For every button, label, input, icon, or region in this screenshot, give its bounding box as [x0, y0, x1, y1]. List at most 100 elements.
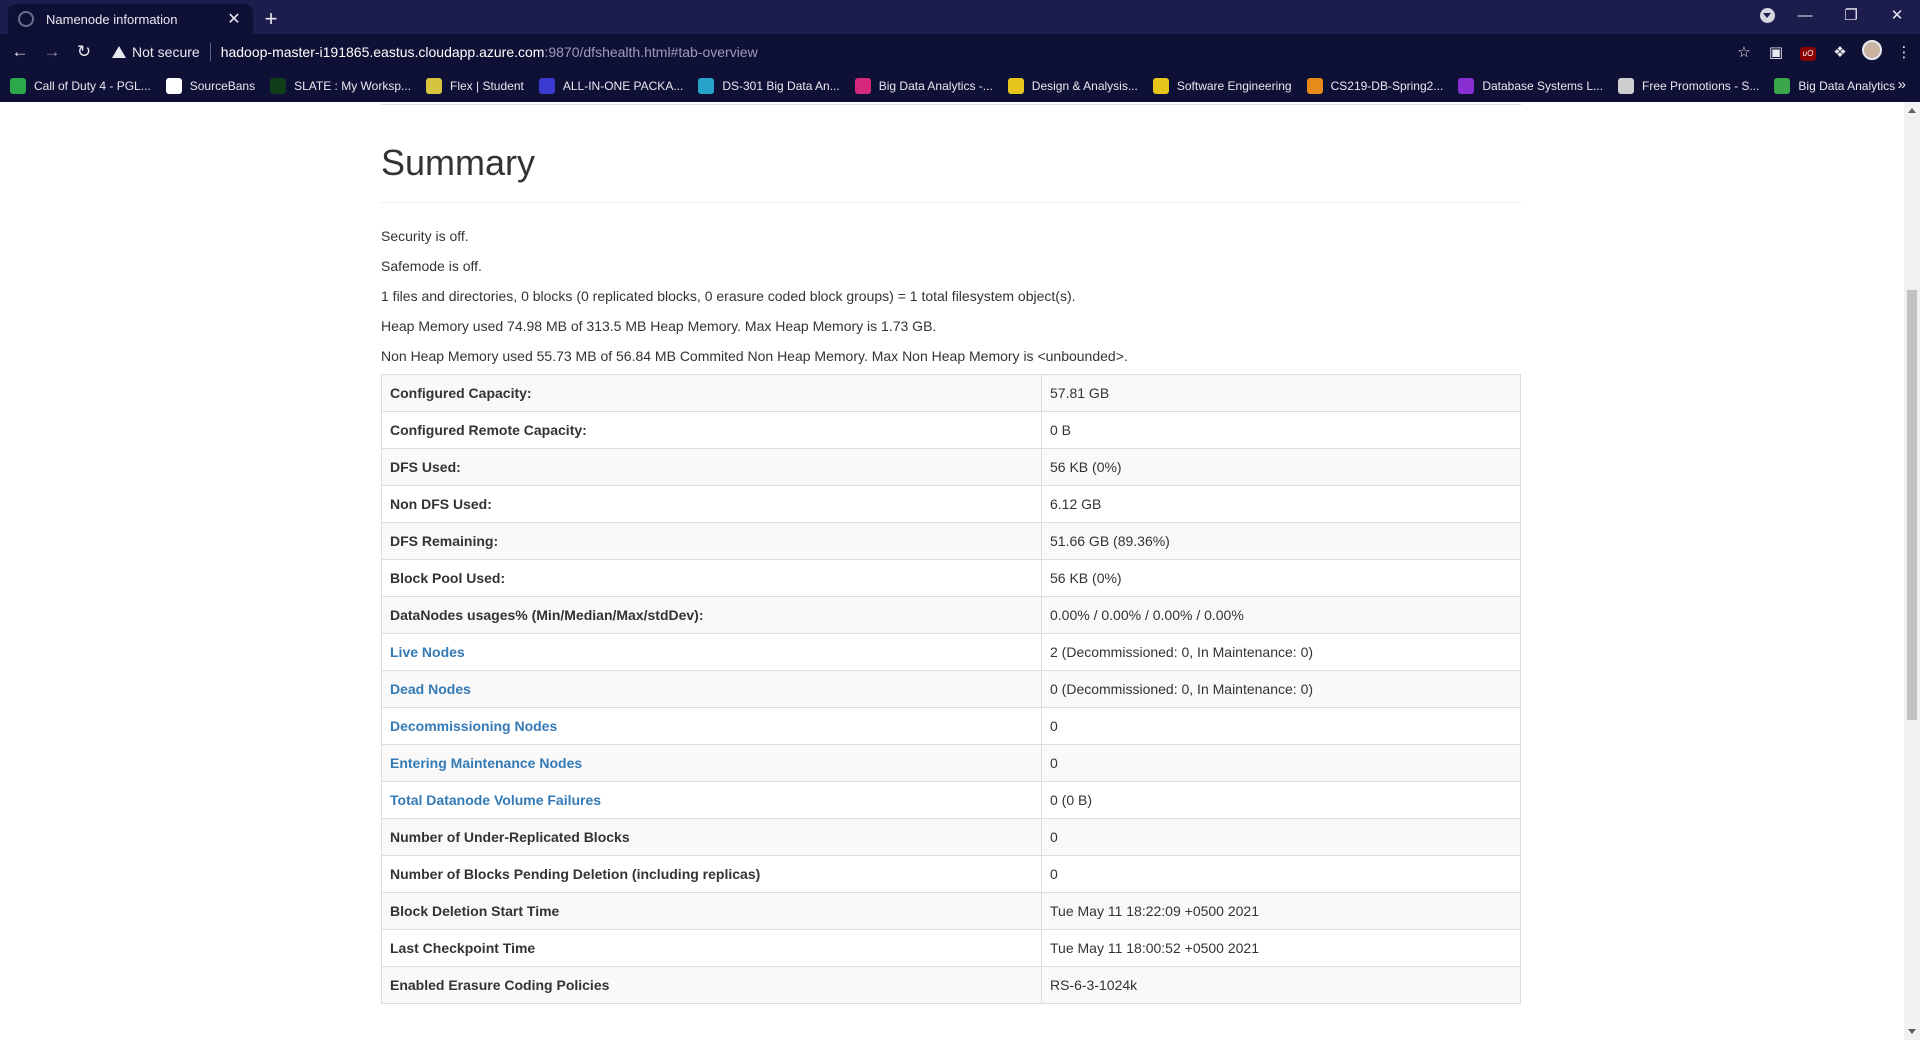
- table-row: Live Nodes 2 (Decommissioned: 0, In Maint…: [381, 633, 1521, 671]
- bookmark-item[interactable]: SLATE : My Worksp...: [270, 78, 411, 94]
- stat-link[interactable]: Dead Nodes: [390, 681, 471, 697]
- stat-label-cell: DFS Remaining:: [381, 522, 1042, 560]
- tab-title: Namenode information: [46, 11, 178, 27]
- table-row: Non DFS Used: 6.12 GB: [381, 485, 1521, 523]
- bookmark-favicon-icon: [538, 78, 555, 94]
- safemode-status: Safemode is off.: [381, 258, 482, 274]
- table-row: Last Checkpoint Time Tue May 11 18:00:52 …: [381, 929, 1521, 967]
- tab-search-icon[interactable]: [1752, 7, 1782, 24]
- stat-label-cell: Last Checkpoint Time: [381, 929, 1042, 967]
- stat-value: 0 (Decommissioned: 0, In Maintenance: 0): [1041, 670, 1521, 708]
- bookmark-label: SourceBans: [189, 79, 256, 93]
- menu-kebab-icon[interactable]: ⋮: [1888, 43, 1920, 61]
- stat-label-cell: Number of Blocks Pending Deletion (inclu…: [381, 855, 1042, 893]
- stat-label: Configured Remote Capacity:: [390, 422, 587, 438]
- bookmark-item[interactable]: DS-301 Big Data An...: [698, 78, 840, 94]
- stat-value: 0: [1041, 818, 1521, 856]
- warning-icon: [112, 46, 126, 58]
- stat-label: Enabled Erasure Coding Policies: [390, 977, 610, 993]
- minimize-icon[interactable]: —: [1782, 7, 1828, 24]
- stat-label-cell: Number of Under-Replicated Blocks: [381, 818, 1042, 856]
- stat-value: 51.66 GB (89.36%): [1041, 522, 1521, 560]
- stat-link[interactable]: Live Nodes: [390, 644, 465, 660]
- bookmark-item[interactable]: ALL-IN-ONE PACKA...: [538, 78, 684, 94]
- bookmark-item[interactable]: Flex | Student: [426, 78, 524, 94]
- bookmark-item[interactable]: Design & Analysis...: [1007, 78, 1138, 94]
- close-window-icon[interactable]: ✕: [1874, 6, 1920, 24]
- bookmark-star-icon[interactable]: ☆: [1728, 43, 1760, 61]
- restore-icon[interactable]: ❐: [1828, 6, 1874, 24]
- stat-label: DFS Remaining:: [390, 533, 499, 549]
- bookmark-item[interactable]: CS219-DB-Spring2...: [1306, 78, 1443, 94]
- bookmarks-overflow-icon[interactable]: »: [1898, 76, 1906, 93]
- ublock-icon[interactable]: uO: [1792, 43, 1824, 61]
- page-viewport: Summary Security is off. Safemode is off…: [0, 102, 1904, 1040]
- bookmark-favicon-icon: [10, 78, 26, 94]
- bookmark-label: ALL-IN-ONE PACKA...: [562, 79, 684, 93]
- bookmark-item[interactable]: SourceBans: [165, 78, 256, 94]
- stat-label: Last Checkpoint Time: [390, 940, 536, 956]
- bookmark-favicon-icon: [270, 78, 287, 94]
- address-bar[interactable]: Not secure hadoop-master-i191865.eastus.…: [106, 38, 1720, 66]
- bookmark-item[interactable]: Big Data Analytics -...: [854, 78, 993, 94]
- tab-close-icon[interactable]: ✕: [225, 9, 243, 29]
- stat-value: Tue May 11 18:22:09 +0500 2021: [1041, 892, 1521, 930]
- table-row: Configured Capacity: 57.81 GB: [381, 374, 1521, 412]
- stat-label-cell: Non DFS Used:: [381, 485, 1042, 523]
- divider: [381, 202, 1521, 203]
- stat-value: RS-6-3-1024k: [1041, 966, 1521, 1004]
- reload-icon[interactable]: ↻: [68, 42, 100, 62]
- page-scrollbar[interactable]: [1904, 102, 1920, 1040]
- bookmark-label: Big Data Analytics -...: [878, 79, 993, 93]
- stat-value: Tue May 11 18:00:52 +0500 2021: [1041, 929, 1521, 967]
- back-icon[interactable]: ←: [4, 42, 36, 62]
- stat-label: DFS Used:: [390, 459, 461, 475]
- profile-avatar[interactable]: [1856, 40, 1888, 64]
- bookmark-label: Free Promotions - S...: [1642, 79, 1760, 93]
- scroll-up-icon[interactable]: [1908, 108, 1916, 113]
- table-row: DataNodes usages% (Min/Median/Max/stdDev…: [381, 596, 1521, 634]
- bookmark-favicon-icon: [1774, 78, 1791, 94]
- scrollbar-thumb[interactable]: [1907, 290, 1917, 720]
- table-row: Decommissioning Nodes 0: [381, 707, 1521, 745]
- stat-value: 56 KB (0%): [1041, 448, 1521, 486]
- page-favicon-icon: [18, 11, 34, 27]
- table-row: Enabled Erasure Coding Policies RS-6-3-10…: [381, 966, 1521, 1004]
- bookmark-label: DS-301 Big Data An...: [722, 79, 840, 93]
- stat-label-cell: Live Nodes: [381, 633, 1042, 671]
- stat-label-cell: Entering Maintenance Nodes: [381, 744, 1042, 782]
- stat-value: 0 B: [1041, 411, 1521, 449]
- divider: [381, 104, 1521, 105]
- url-host: hadoop-master-i191865.eastus.cloudapp.az…: [220, 44, 545, 60]
- bookmark-item[interactable]: Big Data Analytics: [1774, 78, 1895, 94]
- forward-icon[interactable]: →: [36, 42, 68, 62]
- bookmarks-bar: Call of Duty 4 - PGL... SourceBans SLATE :…: [0, 70, 1920, 102]
- stat-link[interactable]: Entering Maintenance Nodes: [390, 755, 582, 771]
- omnibox-divider: [209, 43, 211, 61]
- non-heap-memory: Non Heap Memory used 55.73 MB of 56.84 M…: [381, 348, 1128, 364]
- bookmark-favicon-icon: [1007, 78, 1024, 94]
- bookmark-item[interactable]: Call of Duty 4 - PGL...: [10, 78, 151, 94]
- bookmark-item[interactable]: Software Engineering: [1152, 78, 1292, 94]
- summary-lines: Security is off. Safemode is off. 1 file…: [381, 226, 1521, 376]
- stat-label: Number of Blocks Pending Deletion (inclu…: [390, 866, 761, 882]
- new-tab-button[interactable]: +: [253, 4, 289, 34]
- stat-link[interactable]: Total Datanode Volume Failures: [390, 792, 601, 808]
- tab-strip: Namenode information ✕ + — ❐ ✕: [0, 0, 1920, 34]
- bookmark-favicon-icon: [165, 78, 182, 94]
- bookmark-item[interactable]: Database Systems L...: [1458, 78, 1603, 94]
- bookmark-item[interactable]: Free Promotions - S...: [1618, 78, 1759, 94]
- scroll-down-icon[interactable]: [1908, 1029, 1916, 1034]
- stat-label: DataNodes usages% (Min/Median/Max/stdDev…: [390, 607, 704, 623]
- extension-icon[interactable]: ▣: [1760, 43, 1792, 61]
- stat-label-cell: Decommissioning Nodes: [381, 707, 1042, 745]
- stat-value: 57.81 GB: [1041, 374, 1521, 412]
- bookmark-favicon-icon: [854, 78, 871, 94]
- extensions-puzzle-icon[interactable]: ❖: [1824, 43, 1856, 61]
- stat-link[interactable]: Decommissioning Nodes: [390, 718, 557, 734]
- table-row: Block Deletion Start Time Tue May 11 18:2…: [381, 892, 1521, 930]
- table-row: Entering Maintenance Nodes 0: [381, 744, 1521, 782]
- browser-tab[interactable]: Namenode information ✕: [8, 4, 253, 34]
- not-secure-label[interactable]: Not secure: [132, 44, 200, 60]
- stat-label-cell: Configured Capacity:: [381, 374, 1042, 412]
